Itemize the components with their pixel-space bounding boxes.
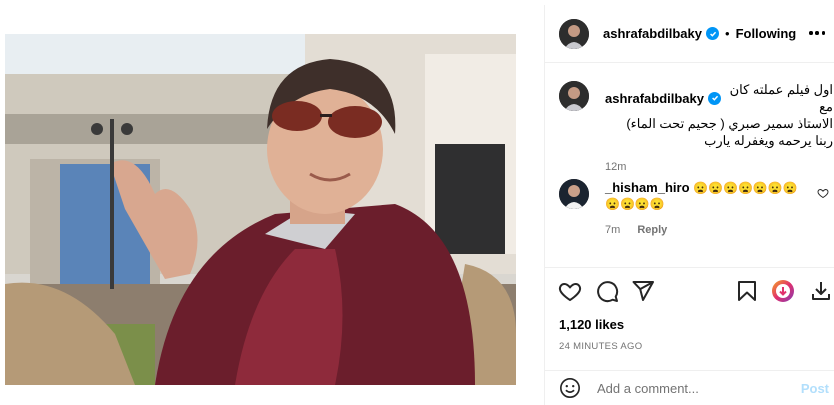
photo-illustration xyxy=(5,34,516,385)
caption-first-line: ashrafabdilbaky اول فيلم عملته كان مع xyxy=(605,81,833,115)
caption-line-1: اول فيلم عملته كان مع xyxy=(729,82,833,114)
instagram-post: ashrafabdilbaky • Following ashrafabdilb… xyxy=(0,0,834,405)
header-separator: • xyxy=(725,26,730,41)
action-bar xyxy=(545,275,834,309)
avatar[interactable] xyxy=(559,18,589,49)
caption-timestamp: 12m xyxy=(605,161,627,173)
download-icon[interactable] xyxy=(809,279,833,303)
comment-first-line: _hisham_hiro 😦😦😦😦😦😦😦 xyxy=(605,179,815,196)
post-header: ashrafabdilbaky • Following xyxy=(545,5,834,63)
comment-input[interactable] xyxy=(597,380,787,396)
post-comment-button[interactable]: Post xyxy=(801,381,829,396)
caption-username[interactable]: ashrafabdilbaky xyxy=(605,90,704,107)
comment-emojis-2: 😦😦😦😦 xyxy=(605,197,665,211)
post-timestamp: 24 MINUTES AGO xyxy=(559,341,643,352)
heart-icon[interactable] xyxy=(558,279,582,303)
avatar[interactable] xyxy=(559,179,589,209)
comment-like-heart-icon[interactable] xyxy=(817,187,829,199)
avatar-image xyxy=(559,81,589,111)
verified-badge-icon xyxy=(706,27,719,40)
avatar-image xyxy=(559,18,589,49)
comment-meta: 7m Reply xyxy=(605,224,815,236)
caption-text-block: ashrafabdilbaky اول فيلم عملته كان مع ال… xyxy=(605,81,833,173)
caption-time: 12m xyxy=(605,161,833,173)
post-photo[interactable] xyxy=(5,34,516,385)
post-side-panel: ashrafabdilbaky • Following ashrafabdilb… xyxy=(544,5,834,405)
comment-text-block: _hisham_hiro 😦😦😦😦😦😦😦 😦😦😦😦 7m Reply xyxy=(605,179,815,236)
caption-line-2: الاستاذ سمير صبري ( جحيم تحت الماء) xyxy=(626,116,833,131)
following-button[interactable]: Following xyxy=(736,26,797,41)
emoji-icon[interactable] xyxy=(559,377,581,399)
add-comment-bar: Post xyxy=(545,370,834,405)
post-author-username[interactable]: ashrafabdilbaky xyxy=(603,26,702,41)
avatar-image xyxy=(559,179,589,209)
comment-username[interactable]: _hisham_hiro xyxy=(605,180,690,195)
share-icon[interactable] xyxy=(631,279,655,303)
verified-badge-icon xyxy=(708,91,721,105)
likes-count[interactable]: 1,120 likes xyxy=(559,317,624,332)
comment-emojis-1: 😦😦😦😦😦😦😦 xyxy=(693,181,798,195)
comments-section: ashrafabdilbaky اول فيلم عملته كان مع ال… xyxy=(545,63,834,273)
section-divider xyxy=(545,267,834,268)
more-icon[interactable] xyxy=(809,25,825,41)
comment-icon[interactable] xyxy=(595,279,619,303)
comment-timestamp: 7m xyxy=(605,224,621,236)
reply-button[interactable]: Reply xyxy=(637,224,667,236)
caption-line-3: ربنا يرحمه ويغفرله يارب xyxy=(704,133,833,148)
avatar[interactable] xyxy=(559,81,589,111)
bookmark-icon[interactable] xyxy=(735,279,759,303)
extension-icon[interactable] xyxy=(771,279,795,303)
